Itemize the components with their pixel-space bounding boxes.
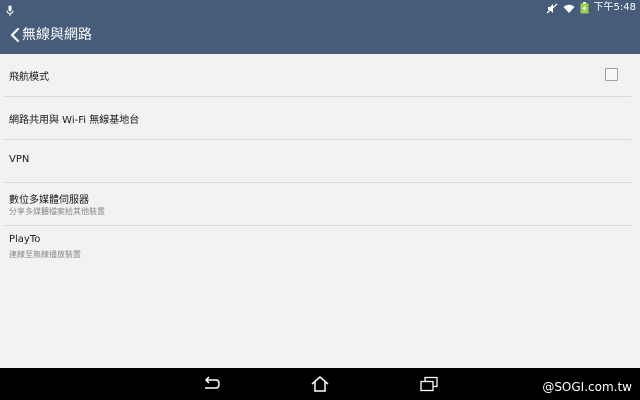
- navigation-bar: @SOGI.com.tw: [0, 368, 640, 400]
- clock: 下午5:48: [593, 2, 636, 13]
- vpn-row[interactable]: VPN: [0, 140, 640, 182]
- playto-row[interactable]: PlayTo 連線至無線播放裝置: [0, 226, 640, 268]
- airplane-mode-row[interactable]: 飛航模式: [0, 54, 640, 96]
- back-icon[interactable]: [195, 372, 227, 396]
- setting-subtitle: 連線至無線播放裝置: [9, 250, 81, 259]
- recent-apps-icon[interactable]: [413, 372, 445, 396]
- media-server-row[interactable]: 數位多媒體伺服器 分享多媒體檔案給其他裝置: [0, 183, 640, 225]
- setting-title: 網路共用與 Wi-Fi 無線基地台: [9, 115, 140, 126]
- status-bar: 下午5:48: [0, 0, 640, 16]
- settings-list: 飛航模式 網路共用與 Wi-Fi 無線基地台 VPN 數位多媒體伺服器 分享多媒…: [0, 54, 640, 368]
- watermark: @SOGI.com.tw: [542, 380, 632, 394]
- home-icon[interactable]: [304, 372, 336, 396]
- page-title: 無線與網路: [22, 27, 92, 43]
- mute-icon: [546, 0, 558, 18]
- setting-title: 飛航模式: [9, 72, 49, 83]
- status-icons: 下午5:48: [546, 0, 636, 16]
- setting-title: 數位多媒體伺服器: [9, 195, 89, 206]
- setting-title: VPN: [9, 154, 30, 165]
- battery-charging-icon: [580, 0, 589, 18]
- wifi-icon: [563, 0, 575, 18]
- tethering-hotspot-row[interactable]: 網路共用與 Wi-Fi 無線基地台: [0, 97, 640, 139]
- airplane-mode-checkbox[interactable]: [605, 68, 618, 81]
- setting-title: PlayTo: [9, 234, 41, 245]
- setting-subtitle: 分享多媒體檔案給其他裝置: [9, 207, 105, 216]
- app-bar: 無線與網路: [0, 16, 640, 54]
